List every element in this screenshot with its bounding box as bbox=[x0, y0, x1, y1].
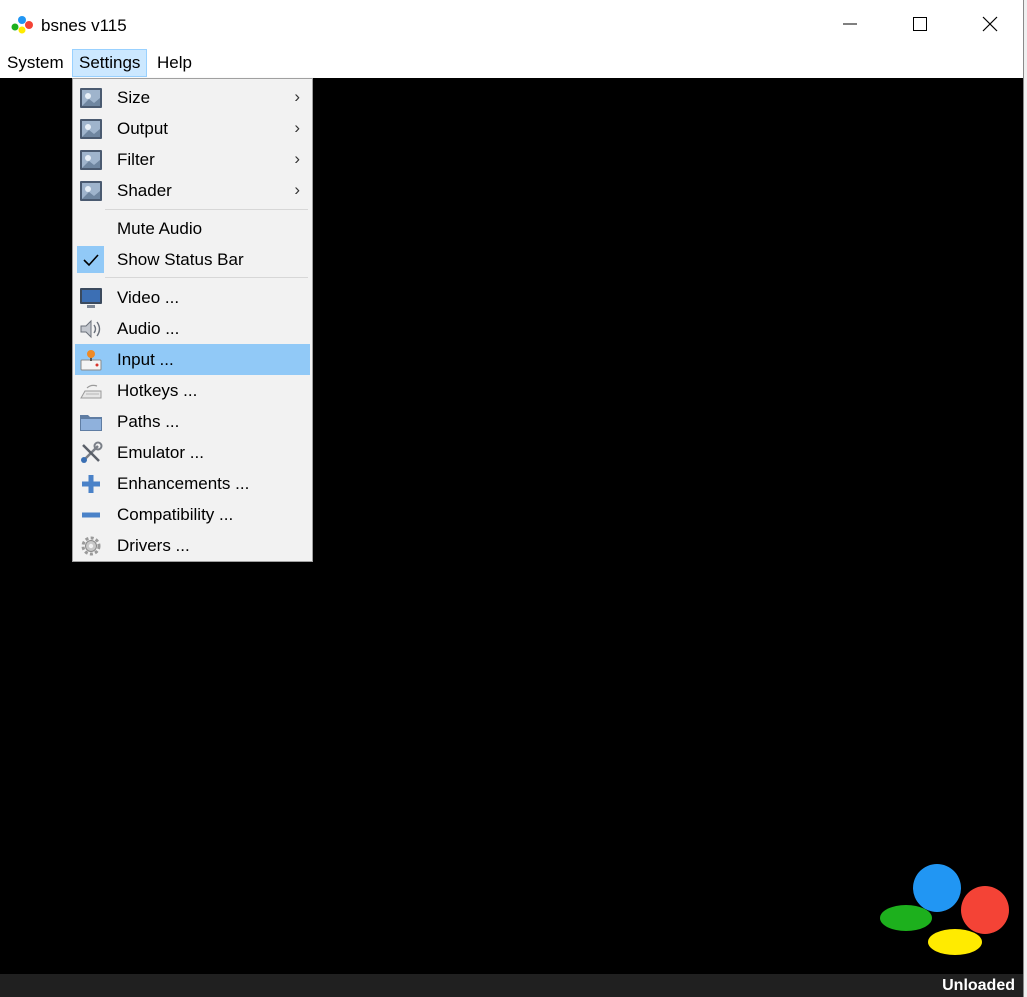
menu-separator bbox=[105, 209, 308, 210]
image-icon bbox=[80, 181, 102, 201]
menu-help[interactable]: Help bbox=[151, 50, 198, 76]
window-title: bsnes v115 bbox=[41, 16, 127, 35]
chevron-right-icon: › bbox=[294, 180, 300, 199]
menu-item-label: Paths ... bbox=[117, 412, 180, 431]
monitor-icon bbox=[80, 288, 102, 308]
close-icon bbox=[982, 16, 998, 32]
menu-item-label: Video ... bbox=[117, 288, 180, 307]
maximize-icon bbox=[913, 17, 927, 31]
menu-item-emulator[interactable]: Emulator ... bbox=[75, 437, 310, 468]
tools-icon bbox=[81, 441, 103, 463]
chevron-right-icon: › bbox=[294, 87, 300, 106]
status-text: Unloaded bbox=[942, 977, 1015, 994]
menu-item-label: Drivers ... bbox=[117, 536, 190, 555]
menu-item-label: Shader bbox=[117, 181, 172, 200]
image-icon bbox=[80, 119, 102, 139]
menu-item-label: Mute Audio bbox=[117, 219, 203, 238]
window-edge bbox=[1023, 0, 1027, 997]
menu-item-show-status-bar[interactable]: Show Status Bar bbox=[75, 244, 310, 275]
menu-item-output[interactable]: Output › bbox=[75, 113, 310, 144]
menu-item-drivers[interactable]: Drivers ... bbox=[75, 530, 310, 561]
menu-item-label: Hotkeys ... bbox=[117, 381, 198, 400]
speaker-icon bbox=[80, 319, 101, 339]
menu-item-label: Emulator ... bbox=[117, 443, 204, 462]
close-button[interactable] bbox=[955, 0, 1025, 48]
chevron-right-icon: › bbox=[294, 149, 300, 168]
folder-icon bbox=[80, 415, 102, 431]
snes-logo bbox=[880, 864, 1009, 955]
menu-item-paths[interactable]: Paths ... bbox=[75, 406, 310, 437]
title-bar: bsnes v115 bbox=[0, 0, 1023, 48]
minimize-button[interactable] bbox=[815, 0, 885, 48]
menu-item-label: Size bbox=[117, 88, 151, 107]
menu-item-label: Output bbox=[117, 119, 169, 138]
menu-item-audio[interactable]: Audio ... bbox=[75, 313, 310, 344]
menu-item-label: Input ... bbox=[117, 350, 174, 369]
menu-item-label: Filter bbox=[117, 150, 155, 169]
joystick-icon bbox=[80, 350, 102, 371]
menu-item-size[interactable]: Size › bbox=[75, 82, 310, 113]
chevron-right-icon: › bbox=[294, 118, 300, 137]
menu-item-label: Enhancements ... bbox=[117, 474, 250, 493]
menu-item-label: Show Status Bar bbox=[117, 250, 244, 269]
plus-icon bbox=[82, 475, 100, 493]
menu-item-hotkeys[interactable]: Hotkeys ... bbox=[75, 375, 310, 406]
keyboard-icon bbox=[80, 384, 102, 399]
menu-item-mute-audio[interactable]: Mute Audio bbox=[75, 213, 310, 244]
bsnes-app-icon bbox=[11, 16, 33, 34]
menu-item-filter[interactable]: Filter › bbox=[75, 144, 310, 175]
settings-dropdown: Size › Output › Filter › Shader › Mute A… bbox=[72, 78, 313, 562]
image-icon bbox=[80, 88, 102, 108]
menu-system[interactable]: System bbox=[1, 50, 70, 76]
menu-settings[interactable]: Settings bbox=[72, 49, 148, 77]
checkmark-icon bbox=[83, 254, 99, 267]
status-bar: Unloaded bbox=[0, 974, 1023, 997]
image-icon bbox=[80, 150, 102, 170]
gear-icon bbox=[81, 536, 101, 556]
minus-icon bbox=[82, 512, 100, 518]
menu-item-compatibility[interactable]: Compatibility ... bbox=[75, 499, 310, 530]
menu-item-shader[interactable]: Shader › bbox=[75, 175, 310, 206]
menu-separator bbox=[105, 277, 308, 278]
menu-item-video[interactable]: Video ... bbox=[75, 282, 310, 313]
menu-item-input[interactable]: Input ... bbox=[75, 344, 310, 375]
minimize-icon bbox=[843, 23, 857, 25]
menu-item-label: Audio ... bbox=[117, 319, 180, 338]
menu-item-label: Compatibility ... bbox=[117, 505, 234, 524]
maximize-button[interactable] bbox=[885, 0, 955, 48]
menu-item-enhancements[interactable]: Enhancements ... bbox=[75, 468, 310, 499]
menu-bar: System Settings Help bbox=[0, 48, 1023, 78]
